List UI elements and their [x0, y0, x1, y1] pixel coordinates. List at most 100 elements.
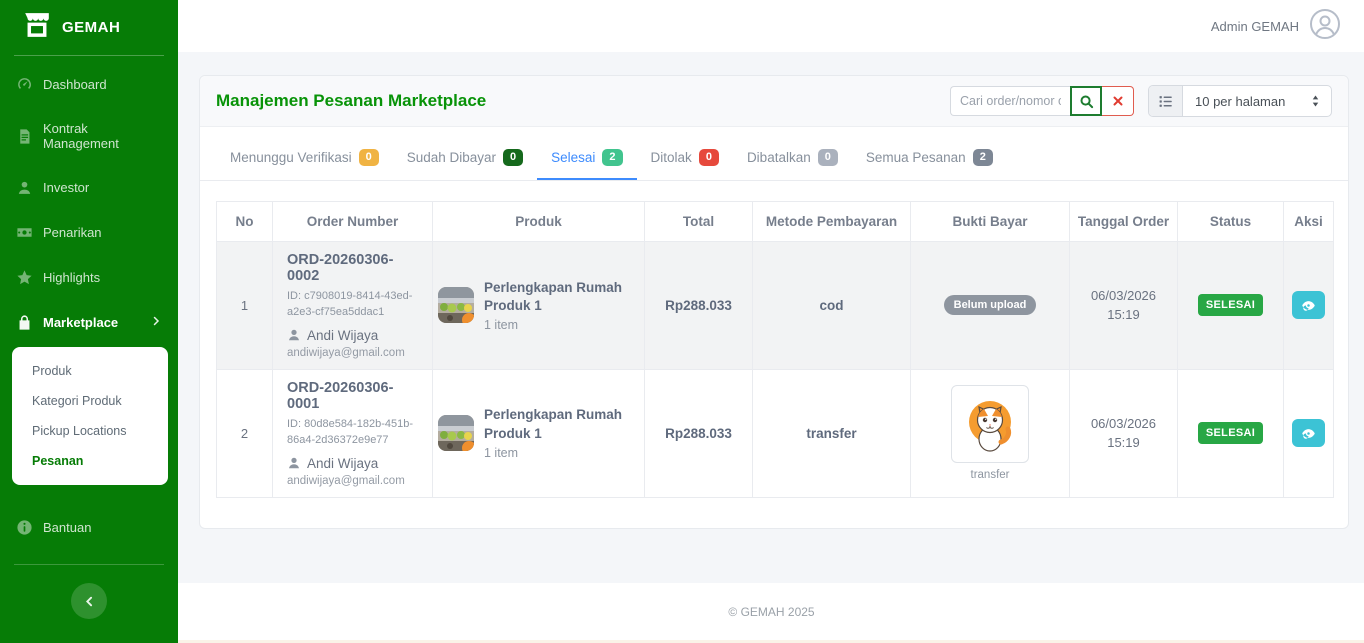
cat-illustration [969, 401, 1012, 452]
sidebar-item-label: Highlights [43, 270, 101, 285]
per-page-select[interactable]: 10 per halaman [1183, 86, 1331, 116]
sort-caret-icon [1312, 95, 1319, 107]
product-thumbnail [438, 415, 474, 452]
order-number: ORD-20260306-0001 [287, 379, 394, 412]
order-id: ID: 80d8e584-182b-451b-86a4-2d36372e9e77 [287, 417, 413, 446]
brand[interactable]: GEMAH [0, 0, 178, 53]
tab-count-badge: 0 [817, 149, 838, 166]
close-icon [1113, 96, 1122, 106]
tab-dibatalkan[interactable]: Dibatalkan 0 [733, 140, 852, 180]
customer-row: Andi Wijaya [287, 328, 424, 343]
search-input[interactable] [950, 86, 1070, 116]
page-title: Manajemen Pesanan Marketplace [216, 91, 487, 110]
customer-email: andiwijaya@gmail.com [287, 346, 405, 359]
tab-label: Sudah Dibayar [406, 150, 497, 165]
sidebar-item-marketplace[interactable]: Marketplace [0, 300, 178, 345]
storefront-icon [22, 12, 52, 43]
payment-method: cod [819, 297, 844, 313]
product-name: Perlengkapan Rumah Produk 1 [484, 407, 623, 442]
orders-table-wrap: No Order Number Produk Total Metode Pemb… [200, 181, 1348, 528]
order-number-cell: ORD-20260306-0002 ID: c7908019-8414-43ed… [272, 241, 433, 370]
tab-label: Ditolak [650, 150, 692, 165]
header-tools: 10 per halaman [950, 85, 1332, 117]
sidebar-item-label: Kontrak Management [43, 121, 119, 151]
sidebar-item-penarikan[interactable]: Penarikan [0, 210, 178, 255]
product-item-count: 1 item [484, 318, 519, 333]
order-id: ID: c7908019-8414-43ed-a2e3-cf75ea5ddac1 [287, 290, 413, 318]
col-no: No [216, 201, 273, 242]
sidebar-item-investor[interactable]: Investor [0, 165, 178, 210]
clear-search-button[interactable] [1102, 86, 1134, 116]
investor-icon [16, 179, 33, 196]
user-avatar-icon[interactable] [1309, 8, 1341, 45]
customer-row: Andi Wijaya [287, 456, 424, 471]
order-date: 06/03/2026 15:19 [1090, 415, 1157, 451]
product-cell: Perlengkapan Rumah Produk 1 1 item [432, 241, 645, 370]
sidebar-collapse-button[interactable] [71, 583, 107, 619]
tab-count-badge: 0 [698, 149, 719, 166]
sidebar-item-kontrak-management[interactable]: Kontrak Management [0, 107, 178, 165]
sidebar-item-label: Penarikan [43, 225, 102, 240]
tab-sudah-dibayar[interactable]: Sudah Dibayar 0 [393, 140, 537, 180]
search-button[interactable] [1070, 86, 1102, 116]
payment-proof-image[interactable] [951, 385, 1029, 464]
chevron-left-icon [85, 596, 92, 606]
table-row: 1 ORD-20260306-0002 ID: c7908019-8414-43… [216, 241, 1334, 370]
order-date: 06/03/2026 15:19 [1090, 287, 1157, 323]
view-order-button[interactable] [1292, 291, 1325, 320]
person-icon [289, 458, 299, 469]
money-icon [16, 224, 33, 241]
customer-email: andiwijaya@gmail.com [287, 474, 405, 487]
status-badge: SELESAI [1197, 422, 1264, 445]
sidebar-item-dashboard[interactable]: Dashboard [0, 62, 178, 107]
submenu-item-pesanan[interactable]: Pesanan [12, 446, 168, 476]
product-thumbnail [438, 287, 474, 324]
tab-menunggu-verifikasi[interactable]: Menunggu Verifikasi 0 [216, 140, 393, 180]
main-column: Admin GEMAH Manajemen Pesanan Marketplac… [178, 0, 1364, 643]
sidebar-item-label: Dashboard [43, 77, 107, 92]
order-total: Rp288.033 [665, 297, 732, 313]
tab-label: Selesai [551, 150, 596, 165]
sidebar-item-bantuan[interactable]: Bantuan [0, 505, 178, 550]
per-page-group: 10 per halaman [1148, 85, 1332, 117]
tab-selesai[interactable]: Selesai 2 [537, 140, 637, 180]
col-order-number: Order Number [272, 201, 433, 242]
content-area: Manajemen Pesanan Marketplace Cari order… [178, 52, 1364, 583]
sidebar-item-label: Investor [43, 180, 90, 195]
dashboard-icon [16, 76, 33, 93]
tab-ditolak[interactable]: Ditolak 0 [637, 140, 733, 180]
orders-table: No Order Number Produk Total Metode Pemb… [216, 201, 1334, 498]
table-row: 2 ORD-20260306-0001 ID: 80d8e584-182b-45… [216, 368, 1334, 498]
per-page-value: 10 per halaman [1195, 93, 1286, 109]
product-name: Perlengkapan Rumah Produk 1 [484, 279, 623, 314]
tab-semua-pesanan[interactable]: Semua Pesanan 2 [852, 140, 1007, 180]
submenu-item-produk[interactable]: Produk [12, 356, 168, 386]
copyright-text: © GEMAH 2025 [728, 604, 815, 619]
tab-count-badge: 0 [503, 149, 524, 166]
search-icon [1080, 95, 1093, 108]
submenu-item-pickup-locations[interactable]: Pickup Locations [12, 416, 168, 446]
marketplace-submenu: Produk Kategori Produk Pickup Locations … [12, 347, 168, 485]
search-group [950, 86, 1134, 116]
tab-count-badge: 2 [602, 149, 623, 166]
tab-label: Semua Pesanan [865, 150, 966, 165]
sidebar-item-highlights[interactable]: Highlights [0, 255, 178, 300]
payment-method: transfer [806, 425, 857, 441]
sidebar-divider [14, 55, 164, 56]
proof-status-badge: Belum upload [943, 295, 1037, 316]
table-header-row: No Order Number Produk Total Metode Pemb… [216, 201, 1334, 242]
col-produk: Produk [432, 201, 645, 242]
person-icon [289, 330, 299, 341]
col-metode-pembayaran: Metode Pembayaran [752, 201, 911, 242]
info-icon [16, 519, 33, 536]
sidebar: GEMAH Dashboard Kontrak Management Inves… [0, 0, 178, 643]
col-total: Total [644, 201, 753, 242]
proof-caption: transfer [970, 469, 1010, 482]
product-cell: Perlengkapan Rumah Produk 1 1 item [432, 368, 645, 498]
customer-name: Andi Wijaya [307, 327, 379, 343]
col-status: Status [1177, 201, 1284, 242]
brand-name: GEMAH [62, 19, 121, 36]
view-order-button[interactable] [1292, 419, 1325, 448]
submenu-item-kategori-produk[interactable]: Kategori Produk [12, 386, 168, 416]
col-bukti-bayar: Bukti Bayar [910, 201, 1070, 242]
